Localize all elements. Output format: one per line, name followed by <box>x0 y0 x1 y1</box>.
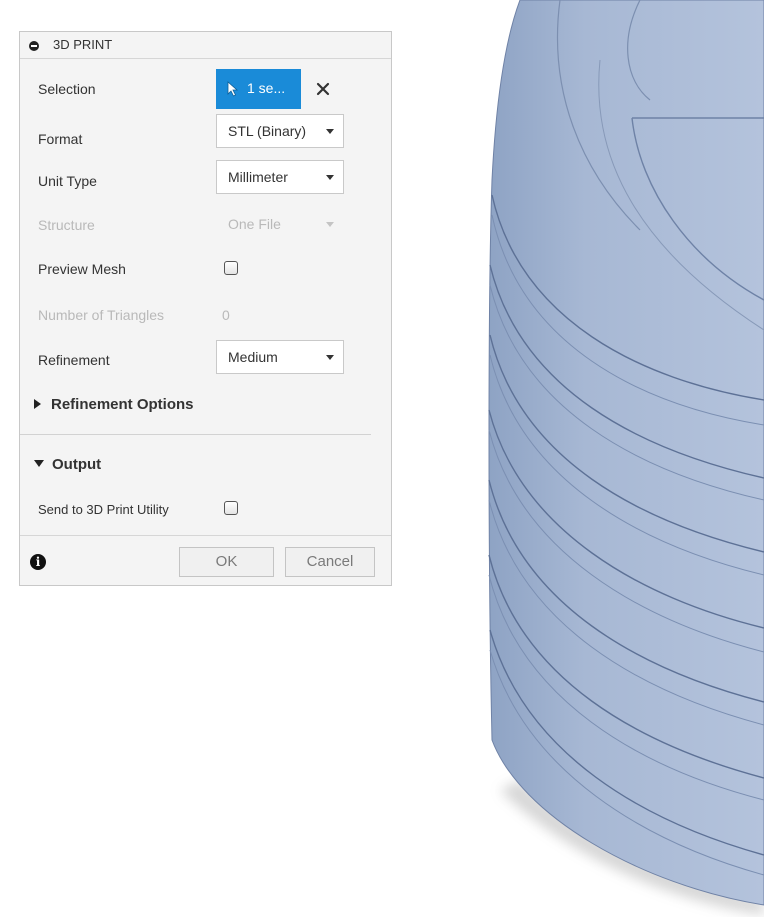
dialog-footer: i OK Cancel <box>20 535 391 585</box>
chevron-down-icon <box>326 222 334 227</box>
model-body[interactable] <box>488 0 764 906</box>
unit-type-dropdown[interactable]: Millimeter <box>216 160 344 194</box>
refinement-options-label: Refinement Options <box>51 396 194 413</box>
refinement-options-header[interactable]: Refinement Options <box>34 396 194 413</box>
output-header[interactable]: Output <box>34 456 101 473</box>
3d-print-dialog: 3D PRINT Selection 1 se... Format STL (B… <box>19 31 392 586</box>
selection-count: 1 se... <box>247 80 286 96</box>
refinement-label: Refinement <box>38 352 110 368</box>
refinement-dropdown[interactable]: Medium <box>216 340 344 374</box>
format-label: Format <box>38 131 83 147</box>
cancel-button[interactable]: Cancel <box>285 547 375 577</box>
structure-dropdown: One File <box>216 207 344 241</box>
preview-mesh-label: Preview Mesh <box>38 261 126 277</box>
chevron-down-icon <box>326 129 334 134</box>
cursor-arrow-icon <box>227 81 239 97</box>
expand-arrow-icon <box>34 399 41 409</box>
close-icon[interactable] <box>316 82 330 96</box>
structure-label: Structure <box>38 217 95 233</box>
send-to-utility-checkbox[interactable] <box>224 501 238 515</box>
selection-label: Selection <box>38 81 96 97</box>
output-label: Output <box>52 456 102 473</box>
refinement-value: Medium <box>228 349 278 365</box>
send-to-utility-label: Send to 3D Print Utility <box>38 502 169 517</box>
format-dropdown[interactable]: STL (Binary) <box>216 114 344 148</box>
minus-circle-icon[interactable] <box>29 41 39 51</box>
chevron-down-icon <box>326 355 334 360</box>
chevron-down-icon <box>326 175 334 180</box>
triangles-value: 0 <box>222 307 230 323</box>
selection-button[interactable]: 1 se... <box>216 69 301 109</box>
preview-mesh-checkbox[interactable] <box>224 261 238 275</box>
dialog-title-bar[interactable]: 3D PRINT <box>20 32 391 59</box>
format-value: STL (Binary) <box>228 123 307 139</box>
collapse-arrow-icon <box>34 460 44 467</box>
ok-button[interactable]: OK <box>179 547 274 577</box>
info-icon[interactable]: i <box>30 554 46 570</box>
structure-value: One File <box>228 216 281 232</box>
section-divider <box>20 434 371 435</box>
unit-type-value: Millimeter <box>228 169 288 185</box>
triangles-label: Number of Triangles <box>38 307 165 323</box>
dialog-title: 3D PRINT <box>53 37 113 52</box>
unit-type-label: Unit Type <box>38 173 97 189</box>
